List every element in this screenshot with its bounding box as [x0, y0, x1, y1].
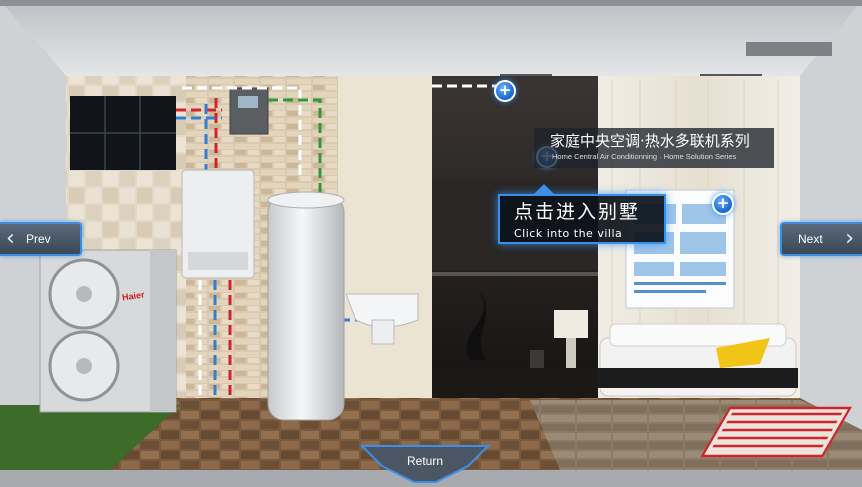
- return-button[interactable]: Return: [366, 446, 484, 484]
- chevron-right-icon: ›: [845, 226, 854, 251]
- enter-villa-title-en: Click into the villa: [514, 227, 623, 240]
- series-title-cn: 家庭中央空调·热水多联机系列: [550, 132, 750, 150]
- enter-villa-title-cn: 点击进入别墅: [514, 201, 641, 223]
- prev-button[interactable]: ‹ Prev: [0, 222, 82, 256]
- prev-label: Prev: [26, 232, 51, 246]
- enter-villa-tooltip[interactable]: 点击进入别墅 Click into the villa: [498, 184, 666, 244]
- next-label: Next: [798, 232, 823, 246]
- next-button[interactable]: Next ›: [780, 222, 862, 256]
- series-title-en: Home Central Air Conditionning · Home So…: [552, 152, 737, 161]
- chevron-left-icon: ‹: [6, 226, 15, 251]
- villa-scene: Haier 家庭中央空调·热水多联机系列 Home Central Air Co…: [0, 0, 862, 487]
- hotspot-poster-plus-icon[interactable]: [712, 193, 734, 215]
- return-label: Return: [406, 454, 444, 468]
- hotspot-ceiling-plus-icon[interactable]: [494, 80, 516, 102]
- room-illustration: [0, 0, 862, 487]
- series-title-panel: 家庭中央空调·热水多联机系列 Home Central Air Conditio…: [534, 128, 774, 168]
